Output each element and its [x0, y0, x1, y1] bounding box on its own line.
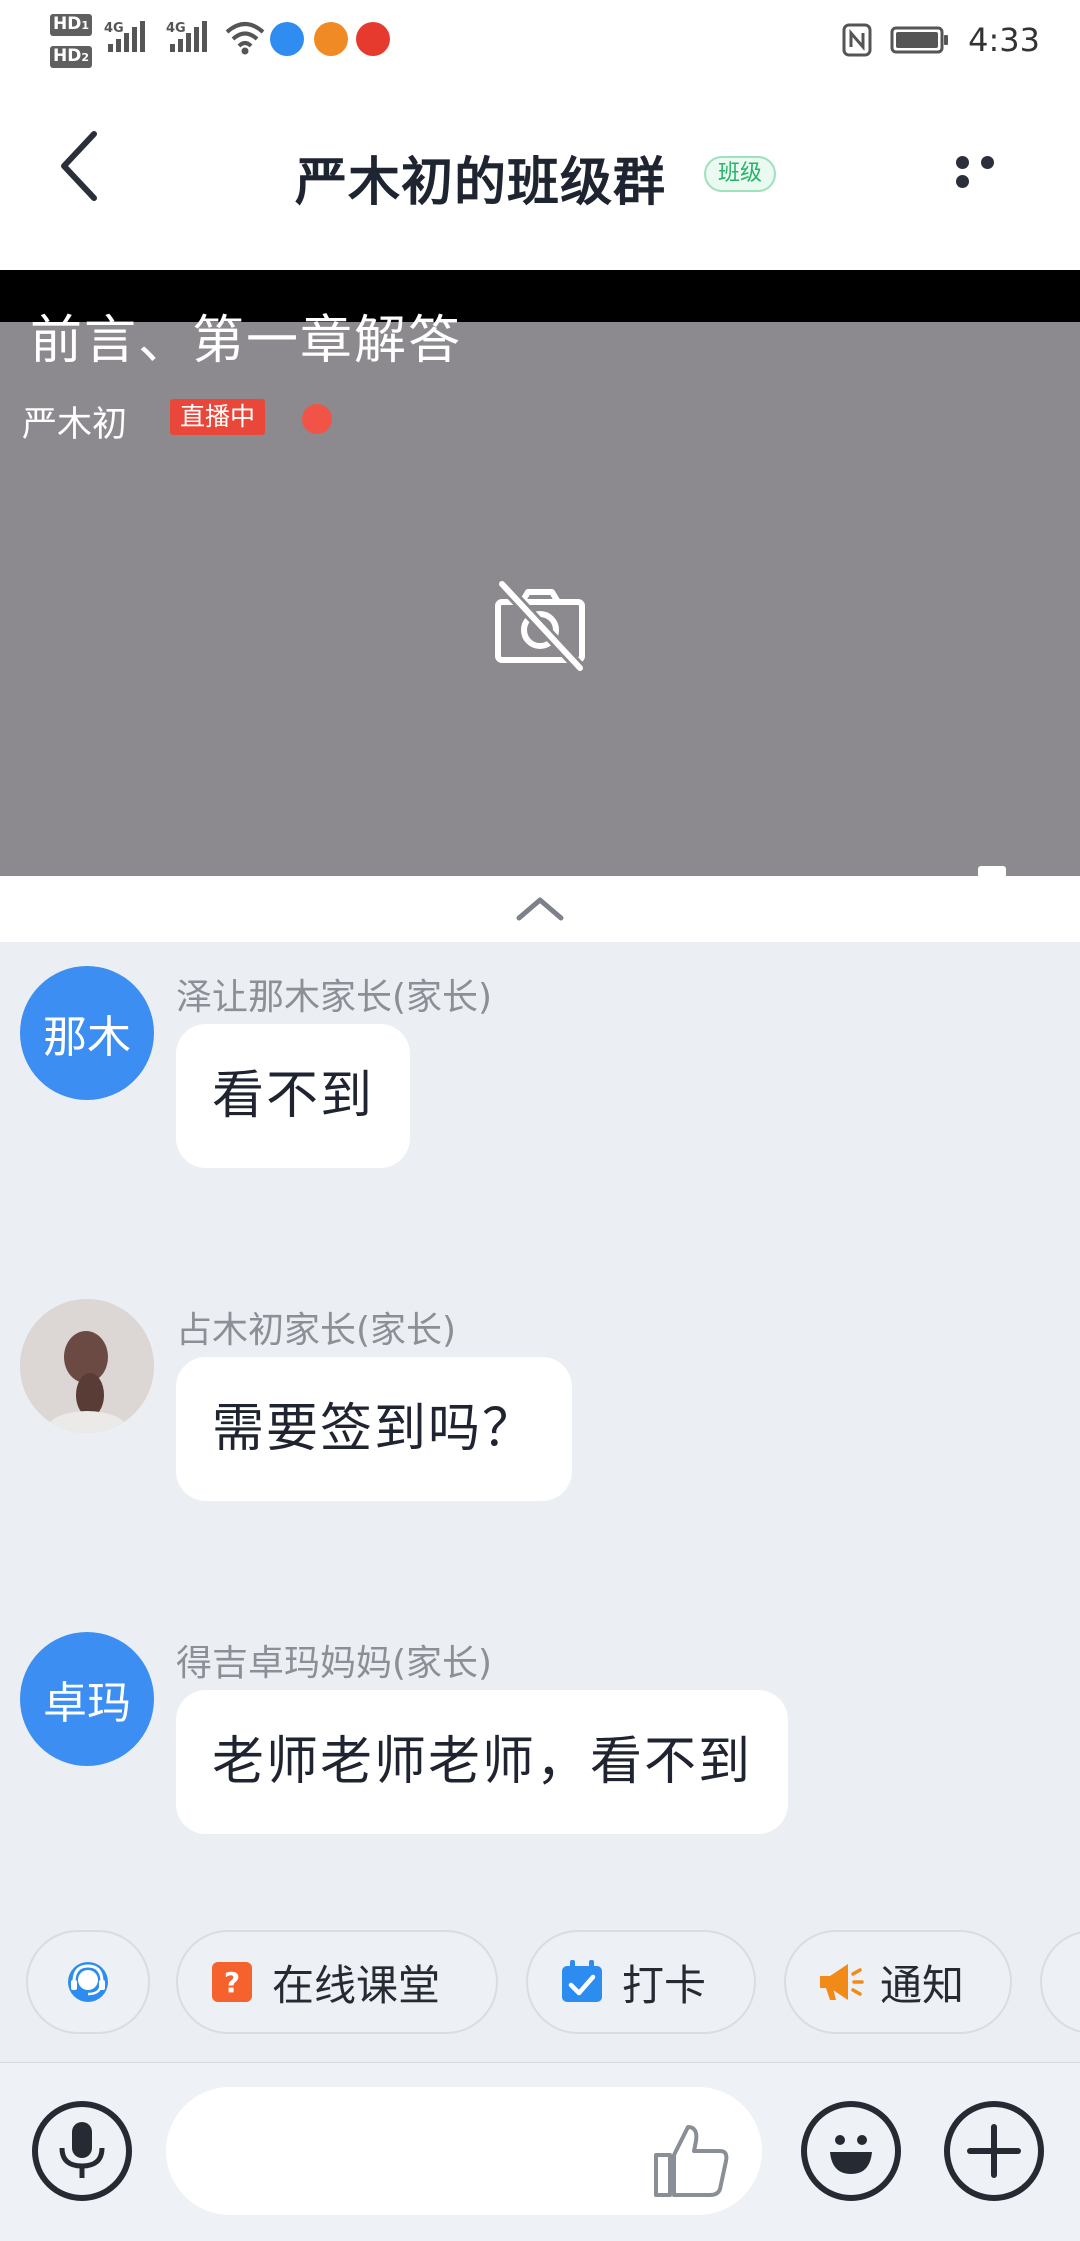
app-notification-icon-2 [314, 22, 348, 56]
megaphone-icon [820, 1964, 864, 2000]
svg-text:4G: 4G [104, 21, 124, 36]
live-host-name: 严木初 [22, 405, 128, 445]
live-status-badge: 直播中 [170, 399, 266, 435]
voice-button[interactable] [32, 2101, 132, 2201]
live-title: 前言、第一章解答 [30, 311, 463, 371]
check-in-icon [562, 1960, 602, 2002]
collapse-video-toggle[interactable] [0, 876, 1080, 942]
tool-label: 打卡 [622, 1960, 707, 2010]
chevron-up-icon [516, 897, 564, 921]
signal-icon-1: 4G [104, 21, 145, 52]
app-notification-icon-3 [356, 22, 390, 56]
online-class-icon: ? [212, 1962, 252, 2002]
hd-indicator-2: HD2 [50, 46, 92, 68]
class-badge: 班级 [704, 156, 777, 192]
camera-off-icon [495, 580, 585, 672]
message-bubble[interactable]: 老师老师老师，看不到 [176, 1690, 789, 1834]
status-right: 4:33 [842, 16, 1040, 64]
check-in-button[interactable]: 打卡 [526, 1930, 756, 2034]
sender-name: 占木初家长(家长) [176, 1310, 457, 1351]
message-bubble[interactable]: 需要签到吗？ [176, 1357, 573, 1501]
live-indicator-dot [302, 404, 332, 434]
message-bubble[interactable]: 看不到 [176, 1024, 411, 1168]
photo-avatar-icon [20, 1299, 154, 1433]
message-input-bar [0, 2062, 1080, 2241]
signal-icon-2: 4G [166, 21, 207, 52]
more-options-icon[interactable] [956, 154, 1022, 188]
tool-label: 通知 [880, 1960, 965, 2010]
avatar[interactable]: 卓玛 [20, 1632, 154, 1766]
sender-name: 泽让那木家长(家长) [176, 977, 493, 1018]
svg-text:4G: 4G [166, 21, 186, 36]
hd-indicator-1: HD1 [50, 14, 92, 36]
sender-name: 得吉卓玛妈妈(家长) [176, 1643, 493, 1684]
nfc-icon [842, 23, 872, 57]
microphone-icon [59, 2122, 105, 2178]
emoji-icon [830, 2135, 872, 2174]
back-arrow-icon[interactable] [54, 128, 102, 204]
group-title: 严木初的班级群 [295, 153, 667, 213]
video-corner-marker [978, 866, 1006, 876]
battery-icon [890, 26, 949, 54]
add-button[interactable] [944, 2101, 1044, 2201]
avatar[interactable]: 那木 [20, 966, 154, 1100]
live-video-panel[interactable]: 前言、第一章解答 严木初 直播中 [0, 270, 1080, 876]
avatar[interactable] [20, 1299, 154, 1433]
more-tools-button[interactable] [1040, 1930, 1080, 2034]
tool-label: 在线课堂 [272, 1960, 441, 2010]
thumbs-up-icon[interactable] [652, 2121, 732, 2199]
plus-icon [967, 2124, 1021, 2178]
notice-button[interactable]: 通知 [784, 1930, 1012, 2034]
wifi-icon [225, 22, 265, 55]
status-bar: HD1 HD2 4G 4G 4:33 [0, 0, 1080, 84]
headset-icon [68, 1962, 108, 2002]
chat-message-list[interactable]: 那木 泽让那木家长(家长) 看不到 占木初家长(家长) 需要签到吗？ 卓玛 得吉… [0, 942, 1080, 2062]
app-notification-icon-1 [270, 22, 304, 56]
emoji-button[interactable] [801, 2101, 901, 2201]
customer-service-button[interactable] [26, 1930, 150, 2034]
quick-tools-row: ? 在线课堂 打卡 通知 [0, 1930, 1080, 2062]
clock: 4:33 [968, 21, 1040, 59]
svg-text:?: ? [224, 1966, 240, 1999]
online-class-button[interactable]: ? 在线课堂 [176, 1930, 498, 2034]
chat-header: 严木初的班级群 班级 [0, 84, 1080, 270]
